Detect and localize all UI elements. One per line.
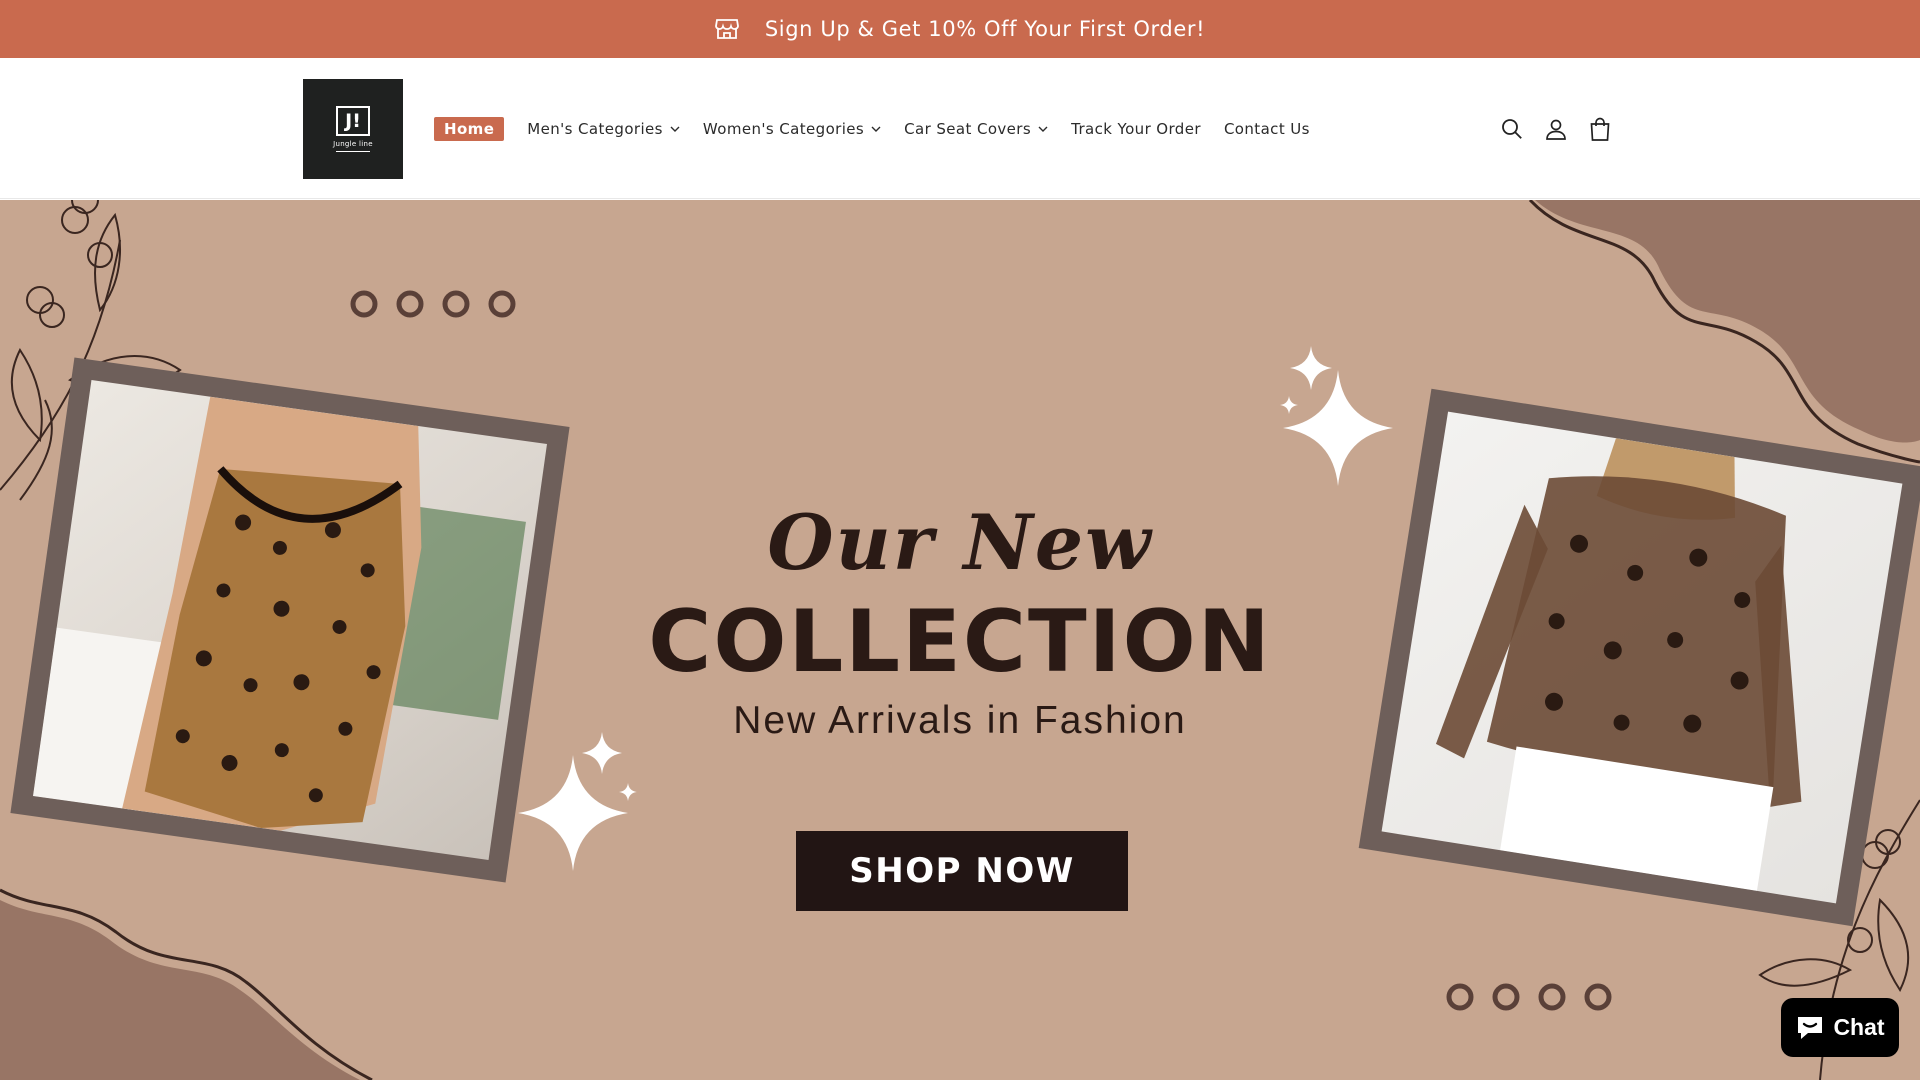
announcement-bar: Sign Up & Get 10% Off Your First Order! bbox=[0, 0, 1920, 58]
search-icon bbox=[1502, 118, 1522, 139]
hero-title-line2: COLLECTION bbox=[648, 592, 1272, 692]
account-icon bbox=[1546, 119, 1566, 140]
dot-row-bottom bbox=[1446, 983, 1612, 1011]
logo-tagline: Jungle line bbox=[333, 140, 373, 148]
nav-item-contact-us[interactable]: Contact Us bbox=[1224, 120, 1310, 138]
search-button[interactable] bbox=[1500, 117, 1524, 141]
chat-bubble-icon bbox=[1798, 1016, 1823, 1039]
store-logo[interactable]: J! Jungle line bbox=[303, 79, 403, 179]
nav-item-home[interactable]: Home bbox=[434, 116, 505, 141]
announcement-text[interactable]: Sign Up & Get 10% Off Your First Order! bbox=[765, 17, 1205, 41]
nav-item-label: Home bbox=[444, 119, 495, 138]
shop-now-button[interactable]: SHOP NOW bbox=[796, 831, 1128, 911]
corner-wave-shape bbox=[0, 900, 360, 1080]
product-photo-frame-left bbox=[10, 357, 570, 883]
chat-widget-button[interactable]: Chat bbox=[1781, 998, 1899, 1057]
product-photo-right[interactable] bbox=[1381, 411, 1903, 904]
main-nav: Home Men's Categories Women's Categories… bbox=[434, 58, 1333, 199]
hero-banner: Our New COLLECTION New Arrivals in Fashi… bbox=[0, 200, 1920, 1080]
site-header: J! Jungle line Home Men's Categories Wom… bbox=[0, 58, 1920, 199]
chevron-down-icon bbox=[1038, 126, 1048, 132]
product-photo-left[interactable] bbox=[33, 380, 547, 860]
hero-title-line1: Our New bbox=[767, 498, 1153, 587]
header-icons bbox=[1500, 58, 1612, 199]
logo-underline bbox=[336, 151, 370, 152]
nav-item-womens-categories[interactable]: Women's Categories bbox=[703, 120, 881, 138]
sparkle-group-bottom-left bbox=[518, 732, 637, 871]
nav-item-mens-categories[interactable]: Men's Categories bbox=[527, 120, 680, 138]
nav-item-track-order[interactable]: Track Your Order bbox=[1071, 120, 1201, 138]
product-photo-frame-right bbox=[1358, 388, 1920, 927]
hero-headline: Our New COLLECTION New Arrivals in Fashi… bbox=[640, 505, 1280, 743]
logo-mark: J! bbox=[336, 106, 370, 136]
chevron-down-icon bbox=[670, 126, 680, 132]
chevron-down-icon bbox=[871, 126, 881, 132]
nav-item-label: Men's Categories bbox=[527, 119, 663, 138]
account-button[interactable] bbox=[1544, 117, 1568, 141]
cart-button[interactable] bbox=[1588, 117, 1612, 141]
nav-item-car-seat-covers[interactable]: Car Seat Covers bbox=[904, 120, 1048, 138]
nav-item-label: Women's Categories bbox=[702, 119, 865, 138]
storefront-icon bbox=[714, 19, 739, 39]
nav-item-label: Car Seat Covers bbox=[904, 119, 1032, 138]
sparkle-group-top-right bbox=[1280, 346, 1393, 486]
cart-icon bbox=[1590, 117, 1610, 141]
nav-item-label: Contact Us bbox=[1223, 119, 1310, 138]
hero-subtitle: New Arrivals in Fashion bbox=[733, 699, 1187, 742]
chat-label: Chat bbox=[1833, 1014, 1885, 1040]
dot-row-top bbox=[350, 290, 516, 318]
leopard-dress-illustration bbox=[33, 396, 526, 831]
nav-item-label: Track Your Order bbox=[1071, 119, 1201, 138]
leopard-mesh-top-illustration bbox=[1435, 438, 1802, 891]
